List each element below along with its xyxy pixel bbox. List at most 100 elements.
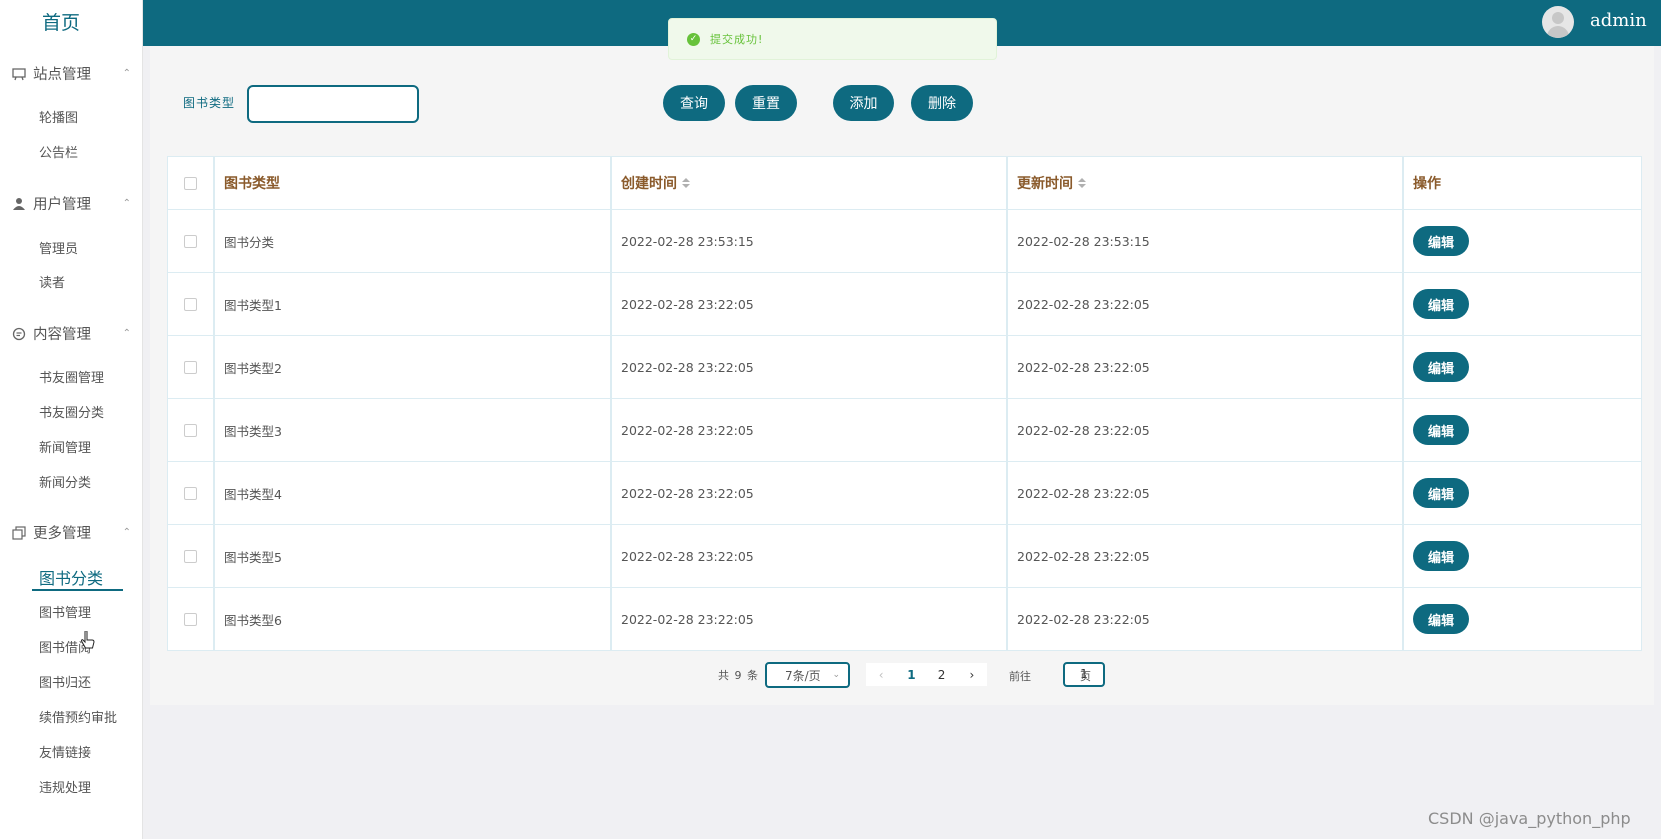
table-row: 图书类型1 2022-02-28 23:22:05 2022-02-28 23:… [168,273,1641,336]
page-button-2[interactable]: 2 [927,668,957,682]
cell-updated: 2022-02-28 23:22:05 [1008,462,1404,524]
column-header-created[interactable]: 创建时间 [612,157,1008,209]
cell-updated: 2022-02-28 23:22:05 [1008,273,1404,335]
toast-message: 提交成功! [710,33,764,46]
sidebar-group-more[interactable]: 更多管理 ⌃ [11,522,131,543]
check-circle-icon: ✓ [687,32,700,46]
cell-created: 2022-02-28 23:22:05 [612,273,1008,335]
select-all-checkbox[interactable] [184,176,197,190]
query-button[interactable]: 查询 [663,85,725,121]
sidebar-group-content[interactable]: 内容管理 ⌃ [11,323,131,344]
column-header-label: 创建时间 [621,176,677,192]
table-row: 图书类型4 2022-02-28 23:22:05 2022-02-28 23:… [168,462,1641,525]
edit-button[interactable]: 编辑 [1413,541,1469,571]
user-icon [11,196,27,212]
cell-created: 2022-02-28 23:22:05 [612,399,1008,461]
edit-button[interactable]: 编辑 [1413,604,1469,634]
sidebar-group-label: 内容管理 [33,327,91,343]
sidebar-item-admins[interactable]: 管理员 [39,238,78,257]
prev-page-button[interactable]: ‹ [866,668,896,682]
sidebar-item-readers[interactable]: 读者 [39,272,65,291]
sidebar-item-book-manage[interactable]: 图书管理 [39,602,91,621]
column-header-label: 更新时间 [1017,176,1073,192]
goto-label: 前往 [1009,670,1031,683]
avatar-icon[interactable] [1542,6,1574,38]
sidebar-group-users[interactable]: 用户管理 ⌃ [11,193,131,214]
sidebar-item-renew-approval[interactable]: 续借预约审批 [39,707,117,726]
pager: ‹ 1 2 › [866,663,987,686]
reset-button[interactable]: 重置 [735,85,797,121]
cell-type: 图书分类 [215,210,612,272]
edit-button[interactable]: 编辑 [1413,415,1469,445]
sidebar-item-news-manage[interactable]: 新闻管理 [39,437,91,456]
edit-button[interactable]: 编辑 [1413,289,1469,319]
next-page-button[interactable]: › [957,668,987,682]
edit-button[interactable]: 编辑 [1413,226,1469,256]
cell-type: 图书类型6 [215,588,612,650]
book-type-search-input[interactable] [247,85,419,123]
watermark: CSDN @java_python_php [1428,809,1631,828]
table-header-row: 图书类型 创建时间 更新时间 操作 [168,157,1641,210]
sidebar-item-notice[interactable]: 公告栏 [39,142,78,161]
sort-icon[interactable] [682,177,690,189]
active-indicator [32,589,123,591]
chat-icon [11,326,27,342]
cell-created: 2022-02-28 23:22:05 [612,336,1008,398]
row-checkbox[interactable] [184,612,197,626]
sidebar-item-friend-links[interactable]: 友情链接 [39,742,91,761]
chevron-up-icon: ⌃ [122,328,131,339]
sidebar-item-news-category[interactable]: 新闻分类 [39,472,91,491]
cell-type: 图书类型5 [215,525,612,587]
sidebar-group-label: 用户管理 [33,197,91,213]
sidebar-item-circle-manage[interactable]: 书友圈管理 [39,367,104,386]
row-checkbox[interactable] [184,297,197,311]
row-checkbox[interactable] [184,360,197,374]
page-size-value: 7条/页 [785,668,821,683]
edit-button[interactable]: 编辑 [1413,478,1469,508]
chevron-down-icon: ⌄ [832,670,840,680]
row-checkbox[interactable] [184,486,197,500]
column-header-type: 图书类型 [215,157,612,209]
sidebar-group-site[interactable]: 站点管理 ⌃ [11,63,131,84]
sidebar-item-book-category[interactable]: 图书分类 [39,565,103,589]
sidebar-item-violations[interactable]: 违规处理 [39,777,91,796]
pagination-total: 共 9 条 [718,669,759,682]
cell-type: 图书类型1 [215,273,612,335]
row-checkbox[interactable] [184,423,197,437]
success-toast: ✓ 提交成功! [668,18,997,60]
table-row: 图书类型2 2022-02-28 23:22:05 2022-02-28 23:… [168,336,1641,399]
sidebar-group-label: 站点管理 [33,67,91,83]
username[interactable]: admin [1590,10,1647,31]
chevron-up-icon: ⌃ [122,68,131,79]
row-checkbox[interactable] [184,549,197,563]
delete-button[interactable]: 删除 [911,85,973,121]
row-checkbox[interactable] [184,234,197,248]
cell-updated: 2022-02-28 23:22:05 [1008,525,1404,587]
edit-button[interactable]: 编辑 [1413,352,1469,382]
data-table: 图书类型 创建时间 更新时间 操作 图书分类 2022-02-28 23:53:… [167,156,1642,651]
sidebar-item-book-return[interactable]: 图书归还 [39,672,91,691]
table-row: 图书分类 2022-02-28 23:53:15 2022-02-28 23:5… [168,210,1641,273]
table-row: 图书类型3 2022-02-28 23:22:05 2022-02-28 23:… [168,399,1641,462]
cell-created: 2022-02-28 23:22:05 [612,588,1008,650]
search-label: 图书类型 [183,96,236,110]
sidebar-group-label: 更多管理 [33,526,91,542]
monitor-icon [11,66,27,82]
page-suffix: 页 [1080,670,1091,683]
sort-icon[interactable] [1078,177,1086,189]
sidebar-item-carousel[interactable]: 轮播图 [39,107,78,126]
sidebar-item-circle-category[interactable]: 书友圈分类 [39,402,104,421]
cell-updated: 2022-02-28 23:22:05 [1008,399,1404,461]
cell-created: 2022-02-28 23:22:05 [612,525,1008,587]
add-button[interactable]: 添加 [833,85,894,121]
table-row: 图书类型5 2022-02-28 23:22:05 2022-02-28 23:… [168,525,1641,588]
hand-cursor-icon [81,631,95,649]
home-link[interactable]: 首页 [0,8,122,35]
page-size-select[interactable]: 7条/页 ⌄ [765,662,850,688]
column-header-updated[interactable]: 更新时间 [1008,157,1404,209]
column-header-actions: 操作 [1413,176,1441,192]
copy-icon [11,525,27,541]
page-button-1[interactable]: 1 [896,668,926,682]
chevron-up-icon: ⌃ [122,198,131,209]
sidebar: 首页 站点管理 ⌃ 轮播图 公告栏 用户管理 ⌃ 管理员 读者 内容管理 ⌃ 书… [0,0,143,839]
